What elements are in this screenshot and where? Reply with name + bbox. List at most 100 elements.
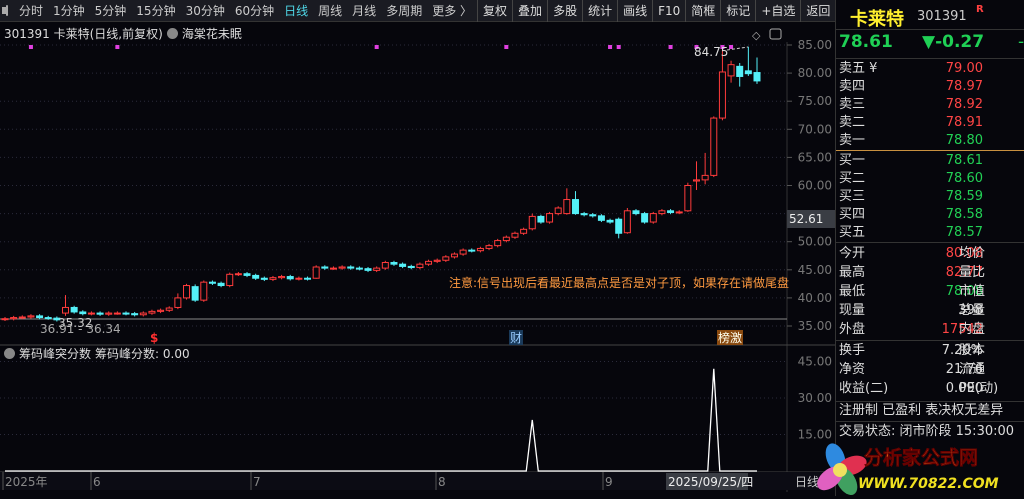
toolbar-button-8[interactable]: +自选 — [755, 0, 800, 22]
tab-9[interactable]: 多周期 — [381, 2, 427, 19]
candle-up — [442, 256, 450, 261]
signal-dot — [616, 45, 621, 49]
toolbar-button-6[interactable]: 简框 — [685, 0, 720, 22]
toolbar-button-3[interactable]: 统计 — [582, 0, 617, 22]
current-date: 2025/09/25/四 — [668, 475, 753, 489]
score-line — [5, 368, 757, 472]
row-value: 78.59 — [945, 189, 983, 204]
toolbar-button-1[interactable]: 叠加 — [512, 0, 547, 22]
tab-8[interactable]: 月线 — [347, 2, 381, 19]
row-value: 78.92 — [945, 97, 983, 112]
candle-up — [234, 273, 242, 276]
quote-row: 卖一 78.80 — [839, 132, 1022, 150]
quote-row: 买二 78.60 — [839, 170, 1022, 188]
price-axis-label: 70.00 — [798, 122, 832, 136]
signal-note: 注意:信号出现后看最近最高点是否是对子顶，如果存在请做尾盘 — [449, 275, 789, 290]
toolbar-button-9[interactable]: 返回 — [800, 0, 835, 22]
row-value: 79.00 — [945, 61, 983, 76]
tab-4[interactable]: 30分钟 — [181, 2, 230, 19]
tab-0[interactable]: 分时 — [14, 2, 48, 19]
row-label: 卖三 — [839, 97, 866, 112]
quote-row: 净资 21.76 流通 — [839, 361, 1022, 379]
row-label-2: 总量 — [959, 303, 986, 318]
row-label: 收益(二) — [839, 381, 889, 396]
candle-up — [10, 317, 18, 320]
quote-row: 卖四 78.97 — [839, 78, 1022, 96]
price-axis-label: 75.00 — [798, 94, 832, 108]
row-label: 卖五 ¥ — [839, 61, 878, 76]
toolbar-button-0[interactable]: 复权 — [477, 0, 512, 22]
candle-down — [217, 282, 225, 287]
toolbar-button-5[interactable]: F10 — [652, 0, 685, 22]
candle-down — [252, 274, 260, 279]
dropdown-icon[interactable] — [4, 348, 15, 359]
row-label: 最高 — [839, 265, 866, 280]
toolbar-button-7[interactable]: 标记 — [720, 0, 755, 22]
candle-up — [87, 312, 95, 315]
candle-up — [546, 213, 554, 223]
quote-row: 卖五 ¥ 79.00 — [839, 60, 1022, 78]
sub-chart-header: 筹码峰突分数 筹码峰分数: 0.00 — [4, 345, 190, 362]
candle-down — [606, 219, 614, 223]
candle-up — [18, 316, 26, 319]
signal-dot — [608, 45, 613, 49]
candle-up — [476, 247, 484, 252]
kline-chart[interactable]: 85.00 80.00 75.00 70.00 65.00 60.00 50.00 45.00… — [0, 22, 835, 496]
quote-row: 买五 78.57 — [839, 224, 1022, 242]
candle-up — [62, 306, 70, 314]
row-label: 卖二 — [839, 115, 866, 130]
candle-up — [338, 266, 346, 269]
candle-up — [269, 277, 277, 280]
status-row: 交易状态: 闭市阶段 15:30:00 — [839, 424, 1015, 439]
range-label: 36.91 - 36.34 — [40, 322, 121, 336]
row-label: 卖四 — [839, 79, 866, 94]
tab-5[interactable]: 60分钟 — [230, 2, 279, 19]
price-change: ▼-0.27 — [922, 32, 985, 52]
row-label: 净资 — [839, 362, 866, 377]
signal-dot — [504, 45, 509, 49]
watermark-name: 分析家公式网 — [864, 446, 978, 469]
candle-up — [718, 71, 726, 119]
panel-toggle-icon[interactable] — [2, 5, 8, 16]
tab-1[interactable]: 1分钟 — [48, 2, 90, 19]
candle-up — [183, 285, 191, 299]
tab-10[interactable]: 更多 〉 — [427, 2, 477, 19]
candle-up — [684, 185, 692, 212]
candle-down — [286, 276, 294, 280]
price-axis-label: 60.00 — [798, 179, 832, 193]
tab-2[interactable]: 5分钟 — [90, 2, 132, 19]
row-value: 78.60 — [945, 171, 983, 186]
candle-up — [105, 312, 113, 315]
toolbar-button-2[interactable]: 多股 — [547, 0, 582, 22]
row-value: 78.58 — [945, 207, 983, 222]
row-label: 最低 — [839, 284, 866, 299]
toolbar-buttons: 复权 叠加 多股 统计 画线 F10 简框 标记 +自选 返回 — [477, 0, 835, 22]
candle-up — [113, 312, 121, 315]
watermark-logo: 分析家公式网 WWW.70822.COM — [812, 440, 1024, 496]
candle-down — [122, 312, 130, 315]
quote-row: 收益(二) 0.090 PE(动) — [839, 380, 1022, 398]
candle-down — [580, 213, 588, 216]
flower-logo-icon: 分析家公式网 WWW.70822.COM — [817, 443, 999, 496]
price-axis-label: 35.00 — [798, 319, 832, 333]
r-flag: R — [976, 4, 984, 15]
candle-up — [425, 260, 433, 265]
tab-7[interactable]: 周线 — [313, 2, 347, 19]
period-tabs: 分时 1分钟 5分钟 15分钟 30分钟 60分钟 日线 周线 月线 多周期 更多 〉 — [14, 2, 477, 19]
row-label-2: 量比 — [959, 265, 986, 280]
candle-down — [70, 306, 78, 313]
candle-up — [675, 211, 683, 214]
tab-3[interactable]: 15分钟 — [131, 2, 180, 19]
surge-marker: 激 — [730, 331, 742, 345]
candle-up — [701, 174, 709, 181]
stock-name: 卡莱特 — [850, 9, 904, 30]
panel-icon — [769, 28, 782, 40]
candle-up — [312, 266, 320, 279]
toolbar-button-4[interactable]: 画线 — [617, 0, 652, 22]
sub-chart-title[interactable]: 筹码峰突分数 — [19, 345, 91, 362]
candle-down — [304, 277, 312, 280]
tab-6[interactable]: 日线 — [279, 2, 313, 19]
diamond-icon: ◇ — [752, 29, 761, 42]
signal-dot — [374, 45, 379, 49]
quote-row: 买四 78.58 — [839, 206, 1022, 224]
